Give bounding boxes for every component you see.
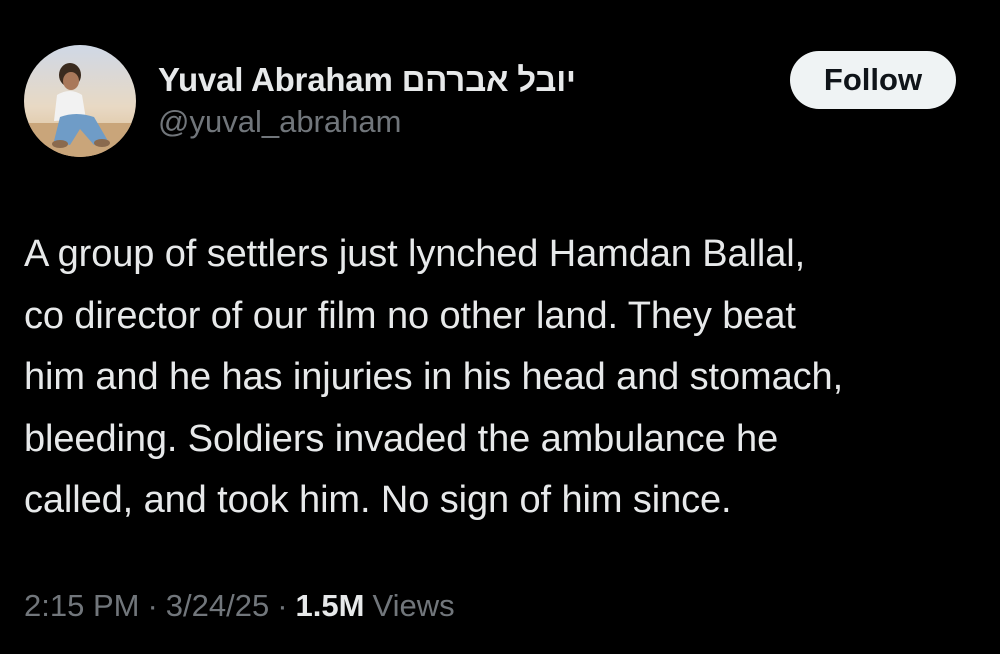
- tweet-text-line: A group of settlers just lynched Hamdan …: [24, 233, 806, 275]
- tweet-meta: 2:15 PM · 3/24/25 · 1.5M Views: [24, 588, 455, 624]
- tweet-text-line: called, and took him. No sign of him sin…: [24, 479, 732, 521]
- tweet-card: Yuval Abraham יובל אברהם @yuval_abraham …: [0, 0, 1000, 654]
- tweet-text-line: him and he has injuries in his head and …: [24, 356, 844, 398]
- author-display-name[interactable]: Yuval Abraham יובל אברהם: [158, 61, 576, 99]
- author-avatar[interactable]: [24, 45, 136, 157]
- views-label: Views: [372, 588, 455, 623]
- tweet-date[interactable]: 3/24/25: [166, 588, 269, 624]
- tweet-text: A group of settlers just lynched Hamdan …: [24, 224, 974, 532]
- tweet-time[interactable]: 2:15 PM: [24, 588, 139, 624]
- meta-separator: ·: [147, 588, 158, 623]
- avatar-photo-icon: [24, 45, 136, 157]
- author-handle[interactable]: @yuval_abraham: [158, 104, 401, 140]
- follow-button[interactable]: Follow: [790, 51, 956, 109]
- author-name-row: Yuval Abraham יובל אברהם: [158, 60, 576, 100]
- meta-separator: ·: [277, 588, 288, 623]
- tweet-text-line: bleeding. Soldiers invaded the ambulance…: [24, 417, 779, 460]
- tweet-text-line: co director of our film no other land. T…: [24, 294, 796, 337]
- views-count[interactable]: 1.5M: [296, 588, 365, 624]
